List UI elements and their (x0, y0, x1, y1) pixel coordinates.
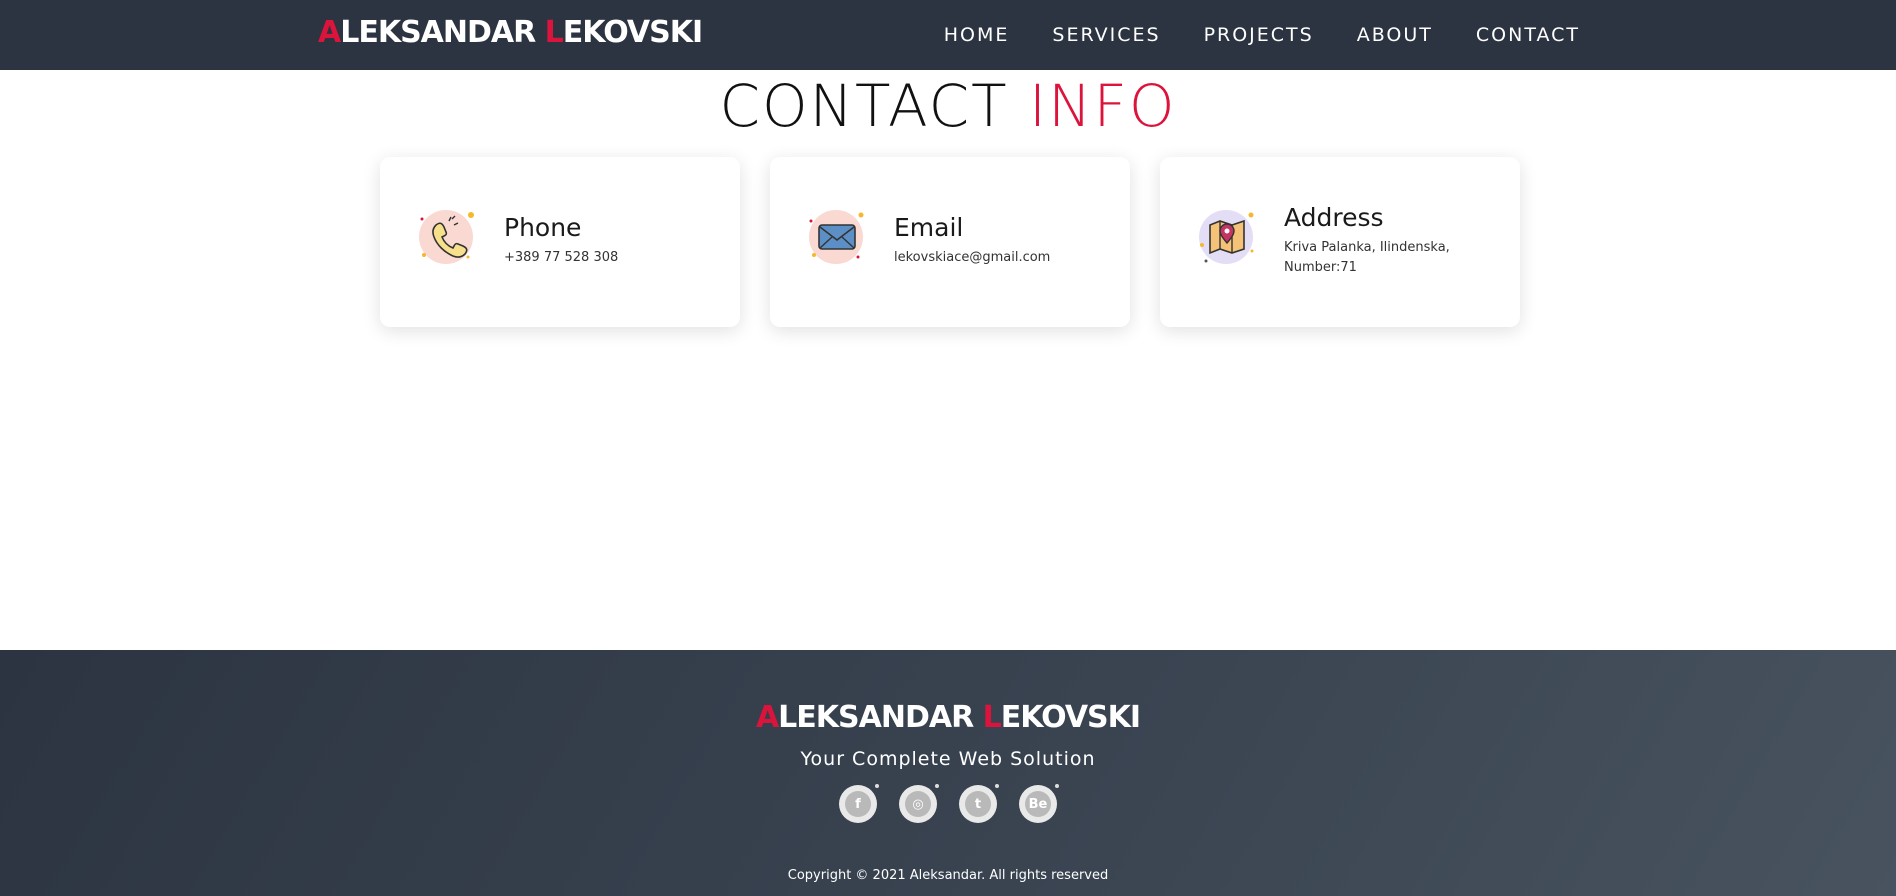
brand-initial-a: A (318, 15, 341, 50)
page-title-part1: CONTACT (719, 72, 1029, 140)
twitter-icon[interactable]: t (959, 784, 999, 823)
decor-dot (995, 784, 999, 788)
nav-about[interactable]: ABOUT (1357, 24, 1433, 46)
map-pin-icon (1199, 210, 1254, 264)
facebook-glyph: f (845, 791, 871, 817)
brand-initial-l: L (544, 15, 564, 50)
main-nav: HOME SERVICES PROJECTS ABOUT CONTACT (944, 0, 1580, 70)
contact-card-address: Address Kriva Palanka, Ilindenska, Numbe… (1160, 157, 1520, 327)
copyright-text: Copyright © 2021 Aleksandar. All rights … (787, 868, 1109, 883)
page-title: CONTACT INFO (0, 72, 1896, 140)
phone-icon (419, 210, 474, 264)
phone-value[interactable]: +389 77 528 308 (504, 248, 724, 268)
decor-dot (875, 784, 879, 788)
contact-card-phone: Phone +389 77 528 308 (380, 157, 740, 327)
nav-services[interactable]: SERVICES (1052, 24, 1160, 46)
email-info: Email lekovskiace@gmail.com (894, 213, 1114, 268)
phone-title: Phone (504, 213, 582, 242)
contact-cards: Phone +389 77 528 308 Email lekovskiace@… (380, 157, 1520, 327)
footer-brand-logo[interactable]: ALEKSANDAR LEKOVSKI (0, 700, 1896, 735)
footer-brand-initial-l: L (982, 700, 1002, 735)
top-navbar: ALEKSANDAR LEKOVSKI HOME SERVICES PROJEC… (0, 0, 1896, 70)
brand-logo[interactable]: ALEKSANDAR LEKOVSKI (318, 15, 703, 50)
phone-info: Phone +389 77 528 308 (504, 213, 724, 268)
contact-card-email: Email lekovskiace@gmail.com (770, 157, 1130, 327)
footer-brand-text-1: LEKSANDAR (778, 700, 983, 735)
address-info: Address Kriva Palanka, Ilindenska, Numbe… (1284, 203, 1504, 278)
twitter-glyph: t (965, 791, 991, 817)
nav-contact[interactable]: CONTACT (1476, 24, 1580, 46)
decor-dot (1055, 784, 1059, 788)
mail-icon (809, 210, 864, 264)
instagram-glyph: ◎ (905, 791, 931, 817)
behance-glyph: Be (1025, 791, 1051, 817)
footer-tagline: Your Complete Web Solution (800, 748, 1096, 770)
address-title: Address (1284, 203, 1384, 232)
social-links: f ◎ t Be (0, 784, 1896, 823)
page-title-part2: INFO (1028, 72, 1177, 140)
email-title: Email (894, 213, 964, 242)
decor-dot (935, 784, 939, 788)
footer-brand-text-2: EKOVSKI (1000, 700, 1141, 735)
instagram-icon[interactable]: ◎ (899, 784, 939, 823)
address-value[interactable]: Kriva Palanka, Ilindenska, Number:71 (1284, 238, 1504, 278)
footer: ALEKSANDAR LEKOVSKI Your Complete Web So… (0, 650, 1896, 896)
footer-brand-initial-a: A (755, 700, 779, 735)
behance-icon[interactable]: Be (1019, 784, 1059, 823)
email-value[interactable]: lekovskiace@gmail.com (894, 248, 1114, 268)
nav-home[interactable]: HOME (944, 24, 1010, 46)
brand-text-2: EKOVSKI (562, 15, 703, 50)
brand-text-1: LEKSANDAR (340, 15, 545, 50)
nav-projects[interactable]: PROJECTS (1204, 24, 1314, 46)
facebook-icon[interactable]: f (839, 784, 879, 823)
